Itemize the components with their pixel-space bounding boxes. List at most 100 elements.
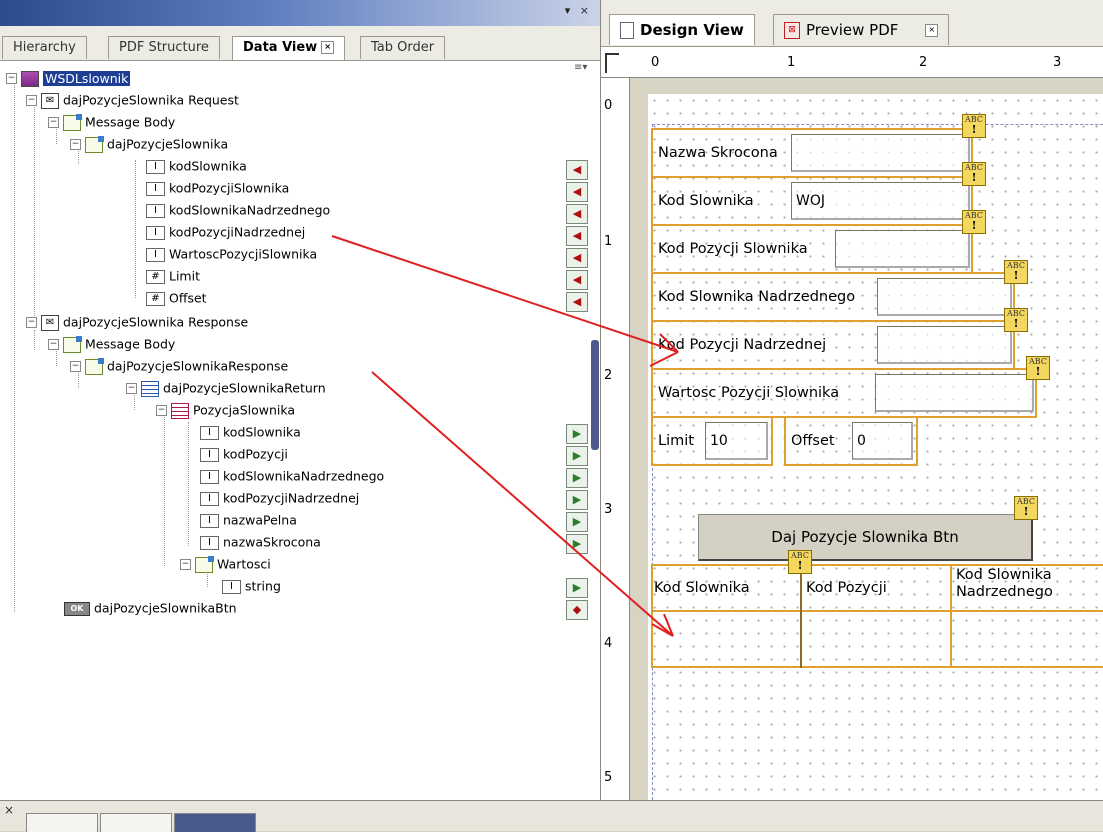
badge-mark: ! <box>1035 365 1041 378</box>
tree-field-node[interactable]: I WartoscPozycjiSlownika <box>146 244 317 264</box>
field-input[interactable] <box>877 326 1012 364</box>
field-input[interactable]: WOJ <box>791 182 970 220</box>
binding-warning-icon: ABC! <box>1004 308 1028 332</box>
tab-hierarchy[interactable]: Hierarchy <box>2 36 87 59</box>
field-caption: Kod Slownika Nadrzednego <box>658 289 856 305</box>
field-limit[interactable]: Limit 10 <box>651 416 773 466</box>
tree-node-response-return[interactable]: − dajPozycjeSlownikaReturn <box>126 378 326 398</box>
tab-tab-order[interactable]: Tab Order <box>360 36 446 59</box>
tree-field-node[interactable]: Istring <box>222 576 281 596</box>
tree-node-label: nazwaSkrocona <box>223 534 321 550</box>
collapse-icon[interactable]: − <box>6 73 17 84</box>
collapse-icon[interactable]: − <box>26 95 37 106</box>
field-kod-pozycji-nadrzednej[interactable]: Kod Pozycji Nadrzednej <box>651 320 1015 370</box>
close-icon[interactable]: × <box>4 803 14 817</box>
collapse-icon[interactable]: − <box>180 559 191 570</box>
field-caption: Wartosc Pozycji Slownika <box>658 385 840 401</box>
tree-field-node[interactable]: # Offset <box>146 288 207 308</box>
tree-node-label: Wartosci <box>217 556 271 572</box>
field-input[interactable] <box>835 230 970 268</box>
tree-node-label: dajPozycjeSlownikaReturn <box>163 380 326 396</box>
tree-field-node[interactable]: IkodPozycjiNadrzednej <box>146 222 305 242</box>
field-caption: Offset <box>791 433 835 449</box>
field-kod-pozycji-slownika[interactable]: Kod Pozycji Slownika <box>651 224 973 274</box>
tab-pdf-structure[interactable]: PDF Structure <box>108 36 220 59</box>
badge-mark: ! <box>971 219 977 232</box>
tab-design-view[interactable]: Design View <box>609 14 755 45</box>
bottom-tab[interactable] <box>26 813 98 832</box>
binding-button-icon: ◆ <box>566 600 588 620</box>
tree-field-node[interactable]: IkodPozycji <box>200 444 288 464</box>
tree-node-label: Limit <box>169 268 200 284</box>
tree-node-response-body[interactable]: − Message Body <box>48 334 175 354</box>
field-input[interactable] <box>877 278 1012 316</box>
tree-node-request[interactable]: − ✉ dajPozycjeSlownika Request <box>26 90 239 110</box>
tree-field-node[interactable]: IkodPozycjiSlownika <box>146 178 289 198</box>
tree-node-response-op[interactable]: − dajPozycjeSlownikaResponse <box>70 356 288 376</box>
field-caption: Kod Pozycji Nadrzednej <box>658 337 827 353</box>
tab-data-view[interactable]: Data View × <box>232 36 346 60</box>
horizontal-ruler: 0 1 2 3 <box>601 47 1103 78</box>
close-icon[interactable]: × <box>925 24 939 37</box>
field-caption: Kod Slownika <box>658 193 754 209</box>
collapse-icon[interactable]: − <box>126 383 137 394</box>
binding-warning-icon: ABC! <box>788 550 812 574</box>
field-input[interactable] <box>875 374 1034 412</box>
collapse-icon[interactable]: − <box>48 339 59 350</box>
tree-node-root[interactable]: − WSDLslownik <box>6 68 131 88</box>
text-field-icon: I <box>200 425 219 440</box>
tree-node-request-body[interactable]: − Message Body <box>48 112 175 132</box>
row-icon <box>171 402 189 419</box>
bottom-tab-active[interactable] <box>174 813 256 832</box>
tree-field-node[interactable]: IkodSlownikaNadrzednego <box>200 466 384 486</box>
collapse-icon[interactable]: − <box>70 361 81 372</box>
ruler-label: 3 <box>1053 55 1062 70</box>
tree-node-response[interactable]: − ✉ dajPozycjeSlownika Response <box>26 312 248 332</box>
tree-field-node[interactable]: # Limit <box>146 266 200 286</box>
tab-preview-pdf[interactable]: ⊠ Preview PDF × <box>773 14 950 45</box>
tree-node-wartosci[interactable]: − Wartosci <box>180 554 271 574</box>
collapse-icon[interactable]: − <box>48 117 59 128</box>
ruler-label: 1 <box>604 234 613 249</box>
binding-out-icon: ◀ <box>566 292 588 312</box>
field-caption: Nazwa Skrocona <box>658 145 778 161</box>
daj-pozycje-slownika-button[interactable]: Daj Pozycje Slownika Btn <box>698 514 1033 561</box>
panel-window-controls[interactable]: ▾ × <box>565 4 592 17</box>
text-field-icon: I <box>146 203 165 218</box>
panel-splitter-handle[interactable] <box>591 340 599 450</box>
field-input[interactable]: 0 <box>852 422 913 460</box>
table-header-cell: Kod Slownika <box>654 580 750 596</box>
button-label: Daj Pozycje Slownika Btn <box>771 528 959 546</box>
tree-field-node[interactable]: InazwaSkrocona <box>200 532 321 552</box>
badge-mark: ! <box>797 559 803 572</box>
tree-node-request-op[interactable]: − dajPozycjeSlownika <box>70 134 228 154</box>
tree-node-response-item[interactable]: − PozycjaSlownika <box>156 400 295 420</box>
bottom-tab[interactable] <box>100 813 172 832</box>
ruler-label: 1 <box>787 55 796 70</box>
tree-field-node[interactable]: IkodSlownika <box>146 156 247 176</box>
field-offset[interactable]: Offset 0 <box>784 416 918 466</box>
field-wartosc-pozycji-slownika[interactable]: Wartosc Pozycji Slownika <box>651 368 1037 418</box>
text-field-icon: I <box>200 447 219 462</box>
field-nazwa-skrocona[interactable]: Nazwa Skrocona <box>651 128 973 178</box>
field-caption: Limit <box>658 433 694 449</box>
field-input[interactable]: 10 <box>705 422 768 460</box>
tree-node-label: kodPozycjiNadrzednej <box>223 490 360 506</box>
field-kod-slownika[interactable]: Kod Slownika WOJ <box>651 176 973 226</box>
tree-field-node[interactable]: IkodSlownika <box>200 422 301 442</box>
text-field-icon: I <box>146 159 165 174</box>
tree-field-node[interactable]: IkodPozycjiNadrzednej <box>200 488 359 508</box>
close-icon[interactable]: × <box>321 41 335 54</box>
field-kod-slownika-nadrzednego[interactable]: Kod Slownika Nadrzednego <box>651 272 1015 322</box>
collapse-icon[interactable]: − <box>26 317 37 328</box>
text-field-icon: I <box>200 513 219 528</box>
tree-node-label: string <box>245 578 281 594</box>
collapse-icon[interactable]: − <box>156 405 167 416</box>
operation-icon <box>85 135 104 153</box>
collapse-icon[interactable]: − <box>70 139 81 150</box>
tree-field-node[interactable]: InazwaPelna <box>200 510 297 530</box>
tree-node-button[interactable]: OK dajPozycjeSlownikaBtn <box>64 598 237 618</box>
envelope-icon: ✉ <box>41 314 59 331</box>
field-input[interactable] <box>791 134 970 172</box>
tree-field-node[interactable]: IkodSlownikaNadrzednego <box>146 200 330 220</box>
